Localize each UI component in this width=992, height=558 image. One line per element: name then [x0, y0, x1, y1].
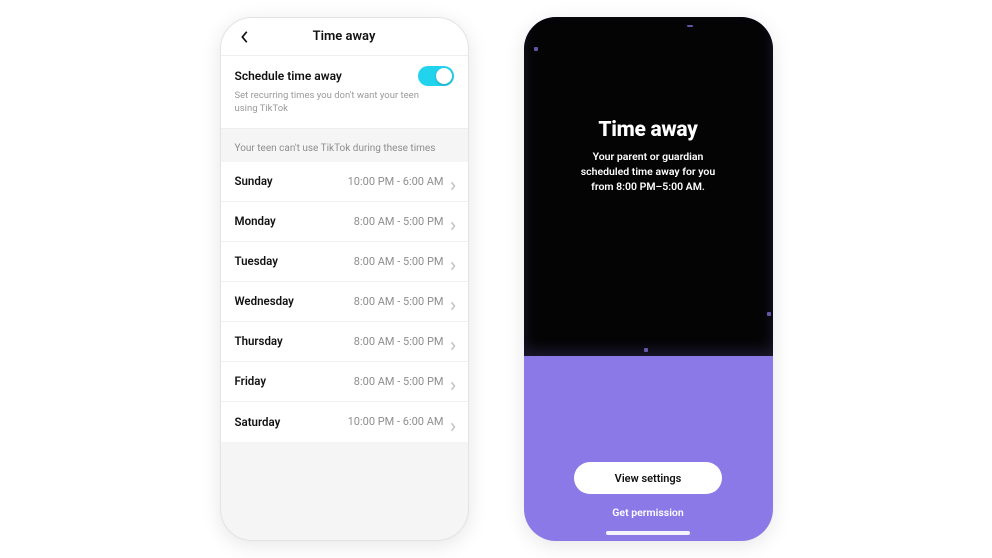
- home-indicator[interactable]: [606, 531, 690, 535]
- chevron-left-icon: [240, 30, 250, 44]
- schedule-row[interactable]: Friday 8:00 AM - 5:00 PM: [221, 362, 468, 402]
- schedule-range: 8:00 AM - 5:00 PM: [354, 255, 444, 268]
- schedule-toggle-card: Schedule time away Set recurring times y…: [221, 56, 468, 129]
- get-permission-link[interactable]: Get permission: [612, 506, 683, 519]
- desc-line: from 8:00 PM–5:00 AM.: [591, 180, 705, 193]
- chevron-right-icon: [450, 256, 456, 266]
- schedule-day: Monday: [235, 214, 276, 228]
- schedule-range: 8:00 AM - 5:00 PM: [354, 295, 444, 308]
- timeaway-description: Your parent or guardian scheduled time a…: [581, 150, 715, 194]
- schedule-toggle[interactable]: [418, 66, 454, 86]
- toggle-knob: [436, 68, 452, 84]
- schedule-row[interactable]: Wednesday 8:00 AM - 5:00 PM: [221, 282, 468, 322]
- schedule-day: Thursday: [235, 334, 283, 348]
- schedule-range: 8:00 AM - 5:00 PM: [354, 215, 444, 228]
- schedule-day: Friday: [235, 374, 267, 388]
- timeaway-actions: View settings Get permission: [524, 356, 773, 541]
- chevron-right-icon: [450, 296, 456, 306]
- back-button[interactable]: [231, 18, 259, 55]
- schedule-row[interactable]: Monday 8:00 AM - 5:00 PM: [221, 202, 468, 242]
- schedule-row[interactable]: Sunday 10:00 PM - 6:00 AM: [221, 162, 468, 202]
- schedule-day: Saturday: [235, 415, 281, 429]
- schedule-section-header: Your teen can't use TikTok during these …: [221, 129, 468, 162]
- view-settings-button[interactable]: View settings: [574, 462, 722, 494]
- schedule-row[interactable]: Thursday 8:00 AM - 5:00 PM: [221, 322, 468, 362]
- chevron-right-icon: [450, 417, 456, 427]
- schedule-range: 10:00 PM - 6:00 AM: [348, 175, 444, 188]
- decor-dot: [767, 312, 771, 316]
- schedule-list: Sunday 10:00 PM - 6:00 AM Monday 8:00 AM - …: [221, 162, 468, 442]
- schedule-range: 10:00 PM - 6:00 AM: [348, 415, 444, 428]
- schedule-toggle-description: Set recurring times you don't want your …: [235, 90, 425, 116]
- phone-settings: Time away Schedule time away Set recurri…: [220, 17, 469, 541]
- schedule-day: Tuesday: [235, 254, 278, 268]
- page-title: Time away: [313, 29, 376, 44]
- chevron-right-icon: [450, 176, 456, 186]
- schedule-day: Sunday: [235, 174, 273, 188]
- desc-line: scheduled time away for you: [581, 165, 715, 178]
- schedule-range: 8:00 AM - 5:00 PM: [354, 335, 444, 348]
- desc-line: Your parent or guardian: [593, 150, 704, 163]
- schedule-row[interactable]: Tuesday 8:00 AM - 5:00 PM: [221, 242, 468, 282]
- chevron-right-icon: [450, 376, 456, 386]
- header: Time away: [221, 18, 468, 56]
- timeaway-title: Time away: [598, 118, 697, 142]
- schedule-row[interactable]: Saturday 10:00 PM - 6:00 AM: [221, 402, 468, 442]
- schedule-day: Wednesday: [235, 294, 294, 308]
- chevron-right-icon: [450, 216, 456, 226]
- schedule-range: 8:00 AM - 5:00 PM: [354, 375, 444, 388]
- decor-dot: [644, 348, 648, 352]
- decor-dot: [534, 47, 538, 51]
- timeaway-hero: Time away Your parent or guardian schedu…: [524, 17, 773, 356]
- schedule-toggle-title: Schedule time away: [235, 69, 342, 83]
- phone-timeaway-screen: Time away Your parent or guardian schedu…: [524, 17, 773, 541]
- decor-dot: [687, 25, 693, 27]
- chevron-right-icon: [450, 336, 456, 346]
